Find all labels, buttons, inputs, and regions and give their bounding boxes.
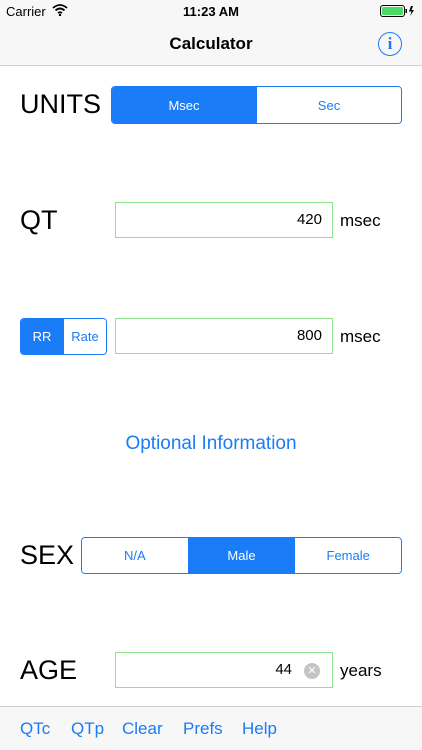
info-button[interactable]: i: [378, 32, 402, 56]
qt-input[interactable]: 420: [115, 202, 333, 238]
optional-information-link[interactable]: Optional Information: [0, 433, 422, 455]
units-option-msec[interactable]: Msec: [112, 87, 256, 123]
bottom-toolbar: QTc QTp Clear Prefs Help: [0, 706, 422, 750]
units-segmented-control: Msec Sec: [111, 86, 402, 124]
battery-icon: [380, 5, 416, 20]
page-title: Calculator: [169, 34, 253, 53]
sex-option-female[interactable]: Female: [294, 538, 401, 573]
qt-unit-label: msec: [340, 211, 381, 230]
age-label: AGE: [20, 655, 78, 685]
toolbar-prefs-button[interactable]: Prefs: [183, 719, 223, 739]
navigation-bar: Calculator i: [0, 22, 422, 66]
qt-label: QT: [20, 205, 58, 235]
toolbar-help-button[interactable]: Help: [242, 719, 277, 739]
sex-option-na[interactable]: N/A: [82, 538, 188, 573]
rr-rate-segmented-control: RR Rate: [20, 318, 107, 355]
sex-segmented-control: N/A Male Female: [81, 537, 402, 574]
status-bar: Carrier 11:23 AM: [0, 0, 422, 22]
toolbar-clear-button[interactable]: Clear: [122, 719, 163, 739]
rr-input[interactable]: 800: [115, 318, 333, 354]
rr-unit-label: msec: [340, 327, 381, 346]
age-input[interactable]: 44 ✕: [115, 652, 333, 688]
rr-option-rate[interactable]: Rate: [63, 319, 106, 354]
toolbar-qtc-button[interactable]: QTc: [20, 719, 50, 739]
age-value: 44: [275, 661, 292, 678]
sex-label: SEX: [20, 540, 75, 570]
units-label: UNITS: [20, 89, 101, 119]
toolbar-qtp-button[interactable]: QTp: [71, 719, 104, 739]
units-option-sec[interactable]: Sec: [256, 87, 401, 123]
status-time: 11:23 AM: [183, 4, 239, 19]
age-unit-label: years: [340, 661, 382, 680]
clear-field-icon[interactable]: ✕: [304, 663, 320, 679]
rr-option-rr[interactable]: RR: [21, 319, 63, 354]
sex-option-male[interactable]: Male: [187, 538, 295, 573]
info-icon: i: [387, 34, 393, 53]
